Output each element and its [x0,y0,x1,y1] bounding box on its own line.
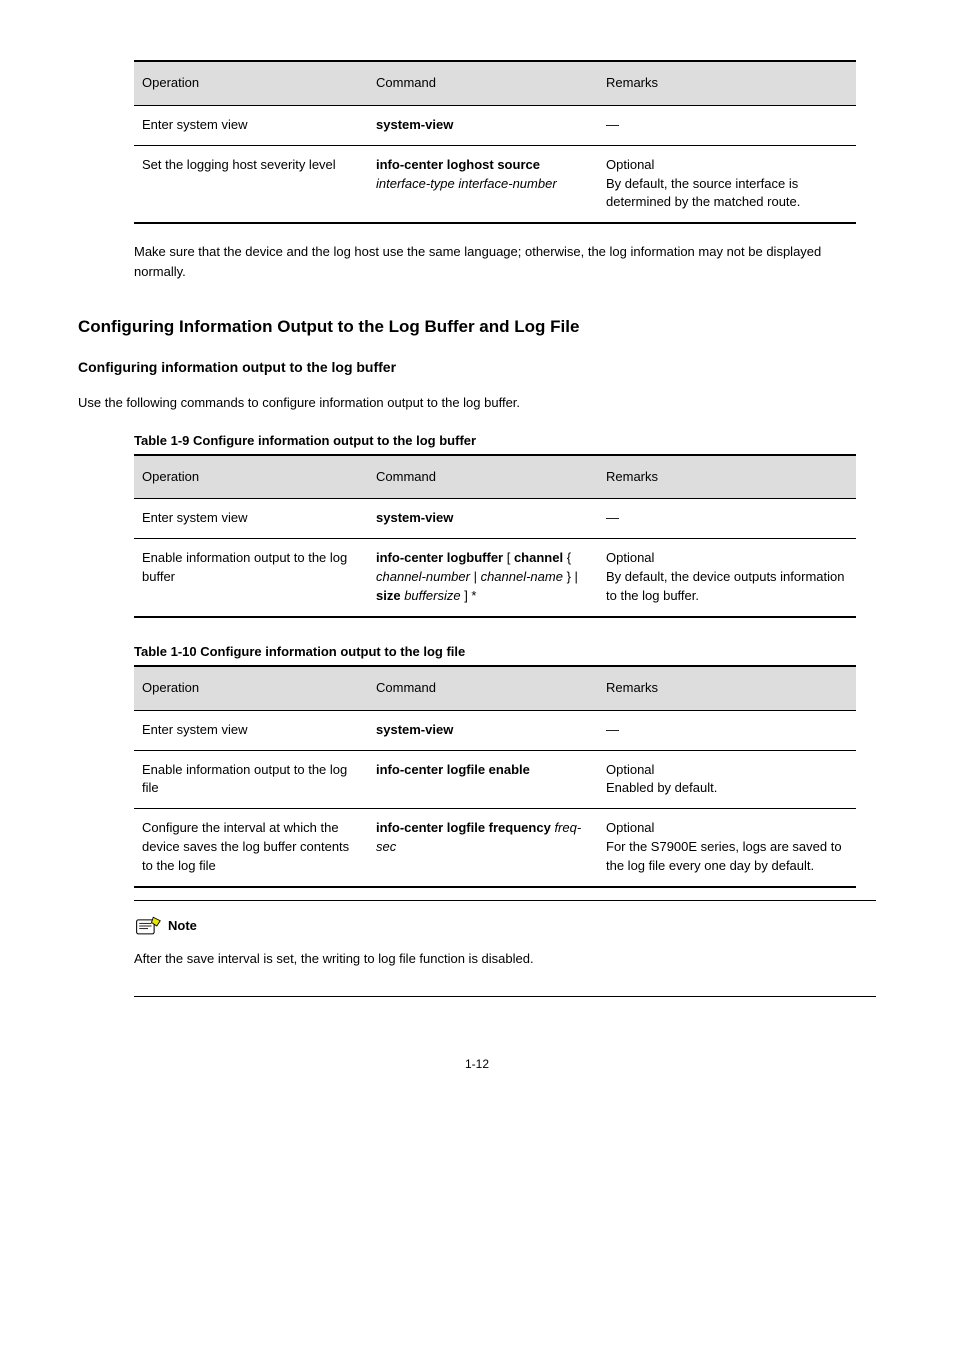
table-cell: info-center logbuffer [ channel { channe… [368,539,598,618]
table-cell: Enter system view [134,711,368,751]
paragraph: Make sure that the device and the log ho… [134,242,876,282]
table-header-cell: Remarks [598,665,856,711]
paragraph: Use the following commands to configure … [78,393,876,413]
table-cell: Enter system view [134,499,368,539]
table-caption: Table 1-9 Configure information output t… [134,433,876,448]
table-caption: Table 1-10 Configure information output … [134,644,876,659]
heading-level-3: Configuring information output to the lo… [78,359,876,375]
table-cell: Optional By default, the source interfac… [598,146,856,225]
note-icon [134,915,162,937]
table-cell: system-view [368,106,598,146]
table-cell: info-center loghost source interface-typ… [368,146,598,225]
table-header-cell: Operation [134,60,368,106]
table-cell: info-center logfile frequency freq-sec [368,809,598,888]
table-header-cell: Command [368,60,598,106]
table-header-cell: Operation [134,454,368,500]
table-header-cell: Remarks [598,60,856,106]
table-header-cell: Remarks [598,454,856,500]
table-header-cell: Command [368,665,598,711]
table-cell: — [598,711,856,751]
table-header-cell: Operation [134,665,368,711]
heading-level-2: Configuring Information Output to the Lo… [78,317,876,337]
note-label: Note [168,918,197,933]
note-block: Note After the save interval is set, the… [134,900,876,998]
table-cell: info-center logfile enable [368,751,598,810]
page-number: 1-12 [78,1057,876,1071]
table-cell: Optional By default, the device outputs … [598,539,856,618]
table-cell: Optional For the S7900E series, logs are… [598,809,856,888]
table-cell: Optional Enabled by default. [598,751,856,810]
table-cell: — [598,106,856,146]
table-cell: — [598,499,856,539]
table-cell: system-view [368,711,598,751]
table-cell: Enter system view [134,106,368,146]
table-cell: system-view [368,499,598,539]
table-cell: Set the logging host severity level [134,146,368,225]
note-text: After the save interval is set, the writ… [134,949,876,969]
table-cell: Configure the interval at which the devi… [134,809,368,888]
table-header-cell: Command [368,454,598,500]
table-cell: Enable information output to the log buf… [134,539,368,618]
table-cell: Enable information output to the log fil… [134,751,368,810]
